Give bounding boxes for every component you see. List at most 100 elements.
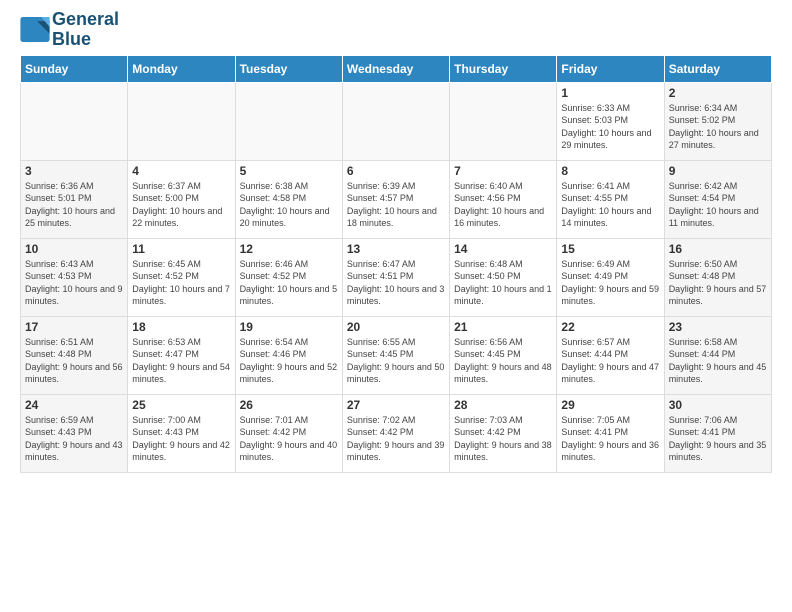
day-number: 6 xyxy=(347,164,445,178)
day-info: Sunrise: 6:36 AM Sunset: 5:01 PM Dayligh… xyxy=(25,180,123,230)
day-info: Sunrise: 6:40 AM Sunset: 4:56 PM Dayligh… xyxy=(454,180,552,230)
day-info: Sunrise: 6:58 AM Sunset: 4:44 PM Dayligh… xyxy=(669,336,767,386)
day-number: 4 xyxy=(132,164,230,178)
col-header-friday: Friday xyxy=(557,55,664,82)
calendar-cell: 16 Sunrise: 6:50 AM Sunset: 4:48 PM Dayli… xyxy=(664,238,771,316)
calendar-cell: 13 Sunrise: 6:47 AM Sunset: 4:51 PM Dayli… xyxy=(342,238,449,316)
logo-icon xyxy=(20,17,50,42)
week-row-0: 1 Sunrise: 6:33 AM Sunset: 5:03 PM Daylig… xyxy=(21,82,772,160)
day-number: 22 xyxy=(561,320,659,334)
calendar-cell: 22 Sunrise: 6:57 AM Sunset: 4:44 PM Dayli… xyxy=(557,316,664,394)
day-info: Sunrise: 6:33 AM Sunset: 5:03 PM Dayligh… xyxy=(561,102,659,152)
day-number: 11 xyxy=(132,242,230,256)
col-header-monday: Monday xyxy=(128,55,235,82)
col-header-sunday: Sunday xyxy=(21,55,128,82)
day-number: 10 xyxy=(25,242,123,256)
day-number: 12 xyxy=(240,242,338,256)
day-number: 2 xyxy=(669,86,767,100)
week-row-2: 10 Sunrise: 6:43 AM Sunset: 4:53 PM Dayli… xyxy=(21,238,772,316)
calendar-cell: 1 Sunrise: 6:33 AM Sunset: 5:03 PM Daylig… xyxy=(557,82,664,160)
day-number: 7 xyxy=(454,164,552,178)
day-info: Sunrise: 6:39 AM Sunset: 4:57 PM Dayligh… xyxy=(347,180,445,230)
day-number: 26 xyxy=(240,398,338,412)
calendar-cell: 11Sunrise: 6:45 AM Sunset: 4:52 PM Dayli… xyxy=(128,238,235,316)
calendar-cell xyxy=(450,82,557,160)
day-info: Sunrise: 6:51 AM Sunset: 4:48 PM Dayligh… xyxy=(25,336,123,386)
calendar-cell: 10 Sunrise: 6:43 AM Sunset: 4:53 PM Dayli… xyxy=(21,238,128,316)
calendar-cell: 23 Sunrise: 6:58 AM Sunset: 4:44 PM Dayli… xyxy=(664,316,771,394)
day-info: Sunrise: 6:55 AM Sunset: 4:45 PM Dayligh… xyxy=(347,336,445,386)
calendar-cell: 25 Sunrise: 7:00 AM Sunset: 4:43 PM Dayli… xyxy=(128,394,235,472)
day-number: 8 xyxy=(561,164,659,178)
day-info: Sunrise: 6:46 AM Sunset: 4:52 PM Dayligh… xyxy=(240,258,338,308)
day-info: Sunrise: 6:38 AM Sunset: 4:58 PM Dayligh… xyxy=(240,180,338,230)
week-row-3: 17 Sunrise: 6:51 AM Sunset: 4:48 PM Dayli… xyxy=(21,316,772,394)
calendar-cell: 2 Sunrise: 6:34 AM Sunset: 5:02 PM Daylig… xyxy=(664,82,771,160)
calendar-cell: 20 Sunrise: 6:55 AM Sunset: 4:45 PM Dayli… xyxy=(342,316,449,394)
day-info: Sunrise: 7:01 AM Sunset: 4:42 PM Dayligh… xyxy=(240,414,338,464)
day-info: Sunrise: 6:42 AM Sunset: 4:54 PM Dayligh… xyxy=(669,180,767,230)
day-info: Sunrise: 6:47 AM Sunset: 4:51 PM Dayligh… xyxy=(347,258,445,308)
calendar-cell: 21Sunrise: 6:56 AM Sunset: 4:45 PM Dayli… xyxy=(450,316,557,394)
col-header-wednesday: Wednesday xyxy=(342,55,449,82)
calendar-cell: 17 Sunrise: 6:51 AM Sunset: 4:48 PM Dayli… xyxy=(21,316,128,394)
day-number: 9 xyxy=(669,164,767,178)
day-info: Sunrise: 6:49 AM Sunset: 4:49 PM Dayligh… xyxy=(561,258,659,308)
day-info: Sunrise: 6:43 AM Sunset: 4:53 PM Dayligh… xyxy=(25,258,123,308)
calendar-cell: 5 Sunrise: 6:38 AM Sunset: 4:58 PM Daylig… xyxy=(235,160,342,238)
day-number: 19 xyxy=(240,320,338,334)
calendar-cell: 18Sunrise: 6:53 AM Sunset: 4:47 PM Dayli… xyxy=(128,316,235,394)
day-info: Sunrise: 6:34 AM Sunset: 5:02 PM Dayligh… xyxy=(669,102,767,152)
day-info: Sunrise: 6:59 AM Sunset: 4:43 PM Dayligh… xyxy=(25,414,123,464)
calendar-cell: 30Sunrise: 7:06 AM Sunset: 4:41 PM Dayli… xyxy=(664,394,771,472)
day-info: Sunrise: 6:41 AM Sunset: 4:55 PM Dayligh… xyxy=(561,180,659,230)
header-row: SundayMondayTuesdayWednesdayThursdayFrid… xyxy=(21,55,772,82)
col-header-tuesday: Tuesday xyxy=(235,55,342,82)
day-number: 30 xyxy=(669,398,767,412)
calendar-cell: 9 Sunrise: 6:42 AM Sunset: 4:54 PM Daylig… xyxy=(664,160,771,238)
week-row-4: 24Sunrise: 6:59 AM Sunset: 4:43 PM Dayli… xyxy=(21,394,772,472)
logo-text: General Blue xyxy=(52,10,119,50)
calendar-cell: 4 Sunrise: 6:37 AM Sunset: 5:00 PM Daylig… xyxy=(128,160,235,238)
day-number: 23 xyxy=(669,320,767,334)
calendar-cell: 19 Sunrise: 6:54 AM Sunset: 4:46 PM Dayli… xyxy=(235,316,342,394)
day-number: 1 xyxy=(561,86,659,100)
day-number: 29 xyxy=(561,398,659,412)
day-number: 28 xyxy=(454,398,552,412)
day-number: 20 xyxy=(347,320,445,334)
day-number: 18 xyxy=(132,320,230,334)
calendar-cell: 12 Sunrise: 6:46 AM Sunset: 4:52 PM Dayli… xyxy=(235,238,342,316)
calendar-cell: 7 Sunrise: 6:40 AM Sunset: 4:56 PM Daylig… xyxy=(450,160,557,238)
calendar-cell xyxy=(128,82,235,160)
calendar-wrapper: SundayMondayTuesdayWednesdayThursdayFrid… xyxy=(0,55,792,473)
calendar-cell: 8 Sunrise: 6:41 AM Sunset: 4:55 PM Daylig… xyxy=(557,160,664,238)
day-info: Sunrise: 6:37 AM Sunset: 5:00 PM Dayligh… xyxy=(132,180,230,230)
calendar-cell: 14Sunrise: 6:48 AM Sunset: 4:50 PM Dayli… xyxy=(450,238,557,316)
calendar-cell: 28 Sunrise: 7:03 AM Sunset: 4:42 PM Dayli… xyxy=(450,394,557,472)
day-number: 5 xyxy=(240,164,338,178)
day-info: Sunrise: 6:54 AM Sunset: 4:46 PM Dayligh… xyxy=(240,336,338,386)
day-info: Sunrise: 6:57 AM Sunset: 4:44 PM Dayligh… xyxy=(561,336,659,386)
day-number: 14 xyxy=(454,242,552,256)
calendar-cell xyxy=(235,82,342,160)
day-number: 21 xyxy=(454,320,552,334)
calendar-table: SundayMondayTuesdayWednesdayThursdayFrid… xyxy=(20,55,772,473)
day-number: 27 xyxy=(347,398,445,412)
day-number: 25 xyxy=(132,398,230,412)
day-info: Sunrise: 7:03 AM Sunset: 4:42 PM Dayligh… xyxy=(454,414,552,464)
calendar-cell: 3Sunrise: 6:36 AM Sunset: 5:01 PM Daylig… xyxy=(21,160,128,238)
header: General Blue xyxy=(0,0,792,55)
day-info: Sunrise: 7:02 AM Sunset: 4:42 PM Dayligh… xyxy=(347,414,445,464)
day-info: Sunrise: 7:00 AM Sunset: 4:43 PM Dayligh… xyxy=(132,414,230,464)
day-number: 13 xyxy=(347,242,445,256)
calendar-cell: 6 Sunrise: 6:39 AM Sunset: 4:57 PM Daylig… xyxy=(342,160,449,238)
logo: General Blue xyxy=(20,10,119,50)
col-header-saturday: Saturday xyxy=(664,55,771,82)
day-number: 17 xyxy=(25,320,123,334)
col-header-thursday: Thursday xyxy=(450,55,557,82)
calendar-cell xyxy=(21,82,128,160)
week-row-1: 3Sunrise: 6:36 AM Sunset: 5:01 PM Daylig… xyxy=(21,160,772,238)
day-info: Sunrise: 7:05 AM Sunset: 4:41 PM Dayligh… xyxy=(561,414,659,464)
day-number: 16 xyxy=(669,242,767,256)
day-info: Sunrise: 6:50 AM Sunset: 4:48 PM Dayligh… xyxy=(669,258,767,308)
